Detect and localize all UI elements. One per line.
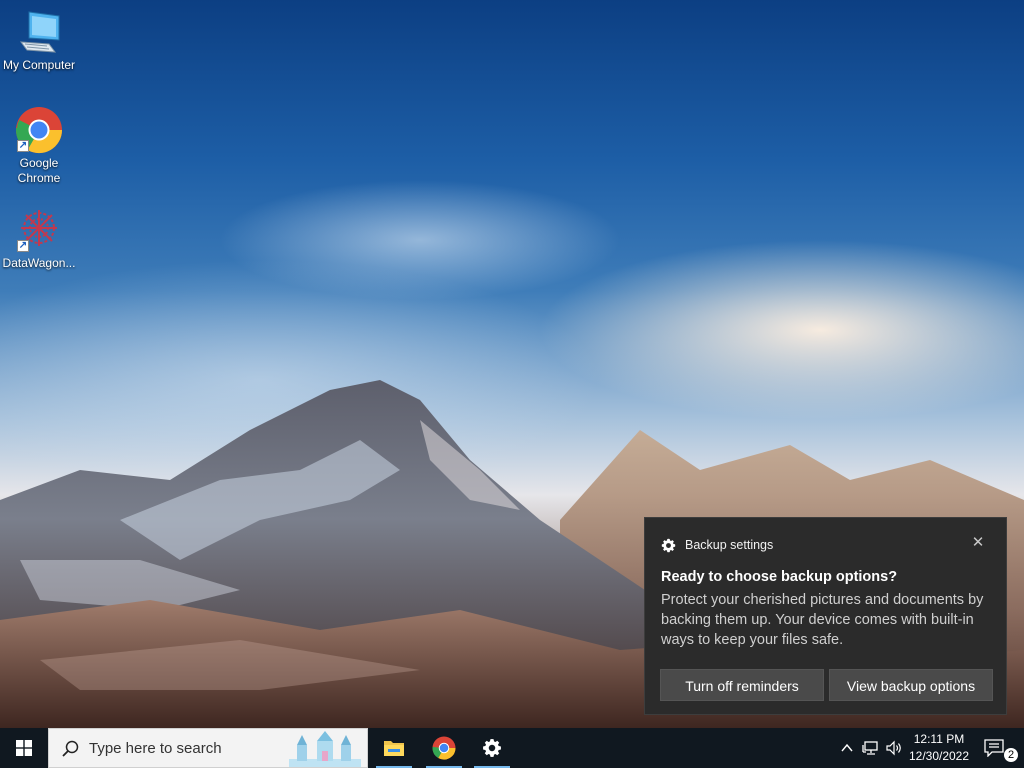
taskbar: Type here to search 12:11 PM 12/30/2022 … bbox=[0, 728, 1024, 768]
taskbar-settings[interactable] bbox=[472, 728, 512, 768]
desktop-icon-google-chrome[interactable]: ↗ Google Chrome bbox=[0, 106, 78, 186]
chrome-icon bbox=[432, 736, 456, 760]
clock[interactable]: 12:11 PM 12/30/2022 bbox=[904, 731, 974, 765]
search-placeholder: Type here to search bbox=[89, 740, 222, 757]
view-backup-options-button[interactable]: View backup options bbox=[829, 669, 993, 701]
desktop-icon-label: DataWagon... bbox=[2, 256, 76, 270]
desktop-icon-datawagon[interactable]: ↗ DataWagon... bbox=[0, 206, 78, 271]
gear-icon bbox=[661, 538, 676, 552]
computer-icon bbox=[15, 8, 63, 56]
search-input[interactable]: Type here to search bbox=[48, 728, 368, 768]
datawagon-icon: ↗ bbox=[15, 206, 63, 254]
gear-icon bbox=[483, 739, 501, 757]
search-icon bbox=[62, 740, 79, 757]
start-button[interactable] bbox=[0, 728, 48, 768]
clock-date: 12/30/2022 bbox=[908, 749, 970, 763]
desktop-icon-label: Google Chrome bbox=[17, 156, 61, 185]
desktop-icon-my-computer[interactable]: My Computer bbox=[0, 8, 78, 73]
toast-app-name: Backup settings bbox=[685, 538, 774, 552]
shortcut-arrow-icon: ↗ bbox=[17, 140, 29, 152]
chrome-icon: ↗ bbox=[15, 106, 63, 154]
toast-body: Protect your cherished pictures and docu… bbox=[661, 592, 984, 648]
volume-icon[interactable] bbox=[884, 738, 904, 758]
notification-count-badge: 2 bbox=[1004, 748, 1018, 762]
folder-icon bbox=[384, 741, 404, 756]
network-icon[interactable] bbox=[861, 738, 881, 758]
toast-title: Ready to choose backup options? bbox=[661, 569, 898, 585]
turn-off-reminders-button[interactable]: Turn off reminders bbox=[660, 669, 824, 701]
search-highlight-castle-icon bbox=[289, 731, 361, 767]
notification-icon bbox=[984, 739, 1004, 757]
clock-time: 12:11 PM bbox=[913, 732, 965, 746]
taskbar-google-chrome[interactable] bbox=[424, 728, 464, 768]
toast-header: Backup settings bbox=[661, 537, 773, 553]
chevron-up-icon[interactable] bbox=[837, 738, 857, 758]
close-icon[interactable]: ✕ bbox=[970, 535, 986, 551]
taskbar-file-explorer[interactable] bbox=[374, 728, 414, 768]
action-center-button[interactable]: 2 bbox=[980, 728, 1024, 768]
desktop-icon-label: My Computer bbox=[2, 58, 76, 72]
shortcut-arrow-icon: ↗ bbox=[17, 240, 29, 252]
windows-logo-icon bbox=[16, 740, 32, 756]
backup-notification-toast: Backup settings ✕ Ready to choose backup… bbox=[644, 517, 1007, 715]
